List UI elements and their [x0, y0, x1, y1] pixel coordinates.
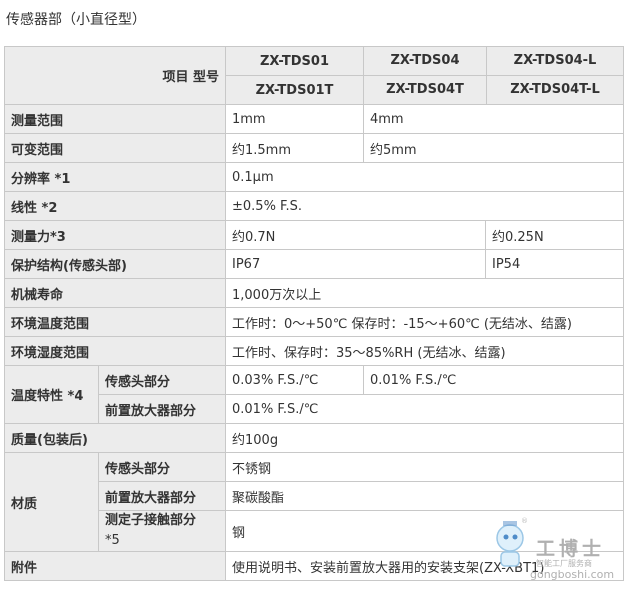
row-label: 附件: [4, 551, 226, 581]
row-label: 测量力*3: [4, 220, 226, 250]
cell-value: 0.01% F.S./℃: [362, 365, 625, 395]
sub-label: 测定子接触部分 *5: [98, 510, 226, 552]
row-label: 线性 *2: [4, 191, 226, 221]
row-range: 测量范围 1mm 4mm: [4, 104, 625, 134]
row-label: 保护结构(传感头部): [4, 249, 226, 279]
cell-value: 约100g: [224, 423, 625, 453]
row-humid-range: 环境湿度范围 工作时、保存时：35～85%RH (无结冰、结露): [4, 336, 625, 366]
cell-value: 1,000万次以上: [224, 278, 625, 308]
sub-label: 前置放大器部分: [98, 481, 226, 511]
header-row-1: 项目 型号 ZX-TDS01 ZX-TDS04 ZX-TDS04-L: [4, 46, 625, 105]
sub-label: 传感头部分: [98, 452, 226, 482]
row-label: 机械寿命: [4, 278, 226, 308]
watermark-logo: ® 工博士 智能工厂服务商 gongboshi.com: [488, 512, 624, 582]
cell-value: 0.01% F.S./℃: [224, 394, 625, 424]
row-label: 材质: [4, 452, 99, 552]
cell-value: 约0.7N: [225, 220, 486, 250]
cell-value: 1mm: [225, 104, 364, 134]
cell-value: 0.03% F.S./℃: [225, 365, 364, 395]
cell-value: IP67: [225, 249, 486, 279]
spec-table: 项目 型号 ZX-TDS01 ZX-TDS04 ZX-TDS04-L ZX-TD…: [4, 46, 625, 581]
cell-value: 0.1μm: [224, 162, 625, 192]
model-header: ZX-TDS04T: [365, 76, 487, 104]
cell-value: 工作时：0～+50℃ 保存时：-15～+60℃ (无结冰、结露): [224, 307, 625, 337]
model-header: ZX-TDS01: [225, 46, 364, 76]
model-header: ZX-TDS04T-L: [510, 82, 600, 97]
row-temp-range: 环境温度范围 工作时：0～+50℃ 保存时：-15～+60℃ (无结冰、结露): [4, 307, 625, 337]
sub-label-line: 测定子接触部分: [105, 513, 197, 528]
row-label: 可变范围: [4, 133, 226, 163]
row-material-1: 材质 传感头部分 不锈钢: [4, 452, 625, 552]
row-temp-char-1: 温度特性 *4 传感头部分 0.03% F.S./℃ 0.01% F.S./℃: [4, 365, 625, 424]
cell-value: 聚碳酸酯: [224, 481, 625, 511]
row-label: 质量(包装后): [4, 423, 226, 453]
row-linearity: 线性 *2 ±0.5% F.S.: [4, 191, 625, 221]
row-label: 环境温度范围: [4, 307, 226, 337]
row-variable: 可变范围 约1.5mm 约5mm: [4, 133, 625, 163]
sub-label-footnote: *5: [105, 533, 120, 548]
row-force: 测量力*3 约0.7N 约0.25N: [4, 220, 625, 250]
row-label: 温度特性 *4: [4, 365, 99, 424]
row-label: 分辨率 *1: [4, 162, 226, 192]
model-header: ZX-TDS04: [365, 47, 487, 75]
svg-text:®: ®: [521, 517, 528, 525]
row-label: 环境湿度范围: [4, 336, 226, 366]
cell-value: 约5mm: [362, 133, 625, 163]
watermark-brand: 工博士: [536, 538, 606, 560]
row-protection: 保护结构(传感头部) IP67 IP54: [4, 249, 625, 279]
model-header: ZX-TDS04-L: [513, 53, 597, 68]
row-label: 测量范围: [4, 104, 226, 134]
row-mass: 质量(包装后) 约100g: [4, 423, 625, 453]
cell-value: 约0.25N: [484, 220, 625, 250]
cell-value: 不锈钢: [224, 452, 625, 482]
row-life: 机械寿命 1,000万次以上: [4, 278, 625, 308]
cell-value: 工作时、保存时：35～85%RH (无结冰、结露): [224, 336, 625, 366]
cell-value: ±0.5% F.S.: [224, 191, 625, 221]
cell-value: 约1.5mm: [225, 133, 364, 163]
cell-value: IP54: [484, 249, 625, 279]
section-title: 传感器部（小直径型）: [6, 12, 146, 28]
row-resolution: 分辨率 *1 0.1μm: [4, 162, 625, 192]
model-header: ZX-TDS01T: [225, 75, 364, 105]
sub-label: 传感头部分: [98, 365, 226, 395]
cell-value: 4mm: [362, 104, 625, 134]
watermark-url: gongboshi.com: [530, 568, 615, 581]
header-corner: 项目 型号: [4, 46, 226, 105]
sub-label: 前置放大器部分: [98, 394, 226, 424]
